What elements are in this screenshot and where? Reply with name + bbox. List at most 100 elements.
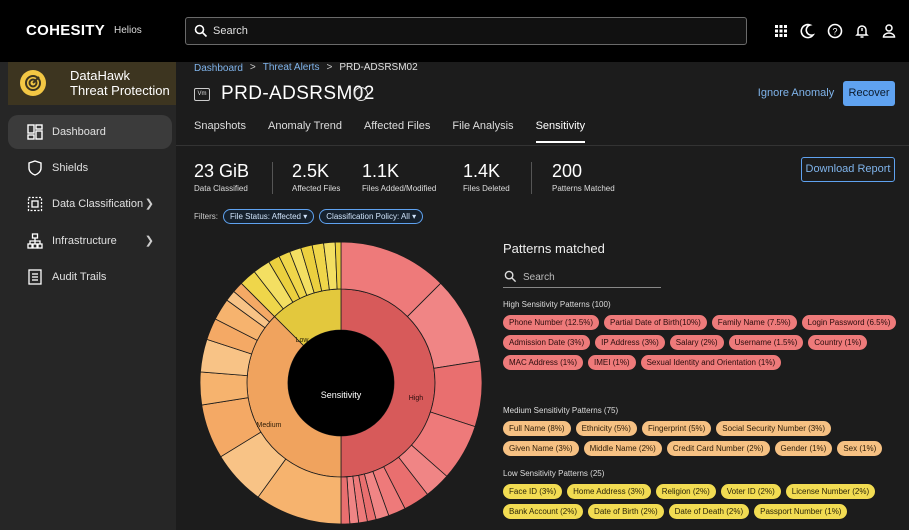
pattern-chip[interactable]: Middle Name (2%) <box>583 441 662 456</box>
sensitivity-sunburst-chart[interactable]: Sensitivity High Medium Low <box>198 236 484 530</box>
pattern-chip[interactable]: Ethnicity (5%) <box>575 421 637 436</box>
pattern-chip[interactable]: Fingerprint (5%) <box>641 421 712 436</box>
infrastructure-icon <box>27 233 43 249</box>
chevron-right-icon: ❯ <box>144 198 154 210</box>
dashboard-icon <box>27 124 43 140</box>
pattern-chip[interactable]: Bank Account (2%) <box>503 504 584 519</box>
tab-affected-files[interactable]: Affected Files <box>364 120 430 143</box>
tab-anomaly-trend[interactable]: Anomaly Trend <box>268 120 342 143</box>
pattern-chip[interactable]: Face ID (3%) <box>503 484 563 499</box>
medium-patterns-label: Medium Sensitivity Patterns (75) <box>503 406 619 415</box>
pattern-chip[interactable]: Social Security Number (3%) <box>716 421 831 436</box>
sidebar-item-infrastructure[interactable]: Infrastructure ❯ <box>8 224 172 258</box>
download-report-button[interactable]: Download Report <box>801 157 895 182</box>
breadcrumb-threat-alerts[interactable]: Threat Alerts <box>263 62 320 74</box>
vm-icon: Vm <box>194 88 210 101</box>
stat-value: 1.4K <box>463 161 501 181</box>
low-patterns-label: Low Sensitivity Patterns (25) <box>503 469 605 478</box>
pattern-chip[interactable]: Sexual Identity and Orientation (1%) <box>640 355 782 370</box>
pattern-chip[interactable]: Religion (2%) <box>655 484 716 499</box>
pattern-chip[interactable]: Partial Date of Birth(10%) <box>604 315 707 330</box>
search-icon <box>194 24 208 38</box>
global-search-input[interactable]: Search <box>185 17 747 45</box>
breadcrumb-separator-icon: > <box>249 62 256 73</box>
data-classification-icon <box>27 196 43 212</box>
pattern-chip[interactable]: Phone Number (12.5%) <box>503 315 600 330</box>
chevron-right-icon: ❯ <box>144 235 154 247</box>
tab-file-analysis[interactable]: File Analysis <box>452 120 513 143</box>
pattern-chip[interactable]: Login Password (6.5%) <box>801 315 897 330</box>
pattern-chip[interactable]: Home Address (3%) <box>567 484 651 499</box>
dark-mode-icon[interactable] <box>799 22 817 40</box>
breadcrumb-separator-icon: > <box>326 62 333 73</box>
stat-files-added: 1.1K Files Added/Modified <box>362 161 436 193</box>
sidebar-item-shields[interactable]: Shields <box>8 151 172 185</box>
high-patterns-label: High Sensitivity Patterns (100) <box>503 300 611 309</box>
pattern-chip[interactable]: Admission Date (3%) <box>503 335 591 350</box>
patterns-matched-title: Patterns matched <box>503 241 605 256</box>
breadcrumb: Dashboard > Threat Alerts > PRD-ADSRSM02 <box>194 62 418 74</box>
svg-text:?: ? <box>832 27 837 37</box>
filter-chip-label: Classification Policy: All <box>326 212 410 221</box>
pattern-chip[interactable]: Voter ID (2%) <box>720 484 781 499</box>
app-switcher[interactable]: DataHawk Threat Protection <box>8 62 176 105</box>
sunburst-label-high: High <box>409 395 424 402</box>
info-icon[interactable]: i <box>354 87 368 101</box>
pattern-chip[interactable]: Sex (1%) <box>837 441 883 456</box>
brand-logo: COHESITY <box>26 22 106 39</box>
user-profile-icon[interactable] <box>880 22 898 40</box>
low-patterns-chips: Face ID (3%) Home Address (3%) Religion (2… <box>503 484 903 519</box>
filter-chip-file-status[interactable]: File Status: Affected ▾ <box>223 209 315 224</box>
sidebar-item-label: Audit Trails <box>52 271 107 283</box>
stat-value: 1.1K <box>362 161 400 181</box>
stat-divider <box>531 162 532 194</box>
pattern-chip[interactable]: IMEI (1%) <box>588 355 636 370</box>
stat-label: Files Added/Modified <box>362 184 437 193</box>
pattern-chip[interactable]: Date of Birth (2%) <box>588 504 664 519</box>
apps-grid-icon[interactable] <box>772 22 790 40</box>
pattern-chip[interactable]: Family Name (7.5%) <box>711 315 797 330</box>
patterns-search-input[interactable]: Search <box>503 267 661 288</box>
tab-snapshots[interactable]: Snapshots <box>194 120 246 143</box>
recover-button[interactable]: Recover <box>843 81 895 106</box>
sidebar-item-audit-trails[interactable]: Audit Trails <box>8 260 172 294</box>
pattern-chip[interactable]: Username (1.5%) <box>728 335 804 350</box>
ignore-anomaly-button[interactable]: Ignore Anomaly <box>754 81 838 106</box>
pattern-chip[interactable]: IP Address (3%) <box>595 335 665 350</box>
pattern-chip[interactable]: Salary (2%) <box>669 335 724 350</box>
filter-chip-classification-policy[interactable]: Classification Policy: All ▾ <box>319 209 424 224</box>
pattern-chip[interactable]: Given Name (3%) <box>503 441 579 456</box>
sidebar-item-dashboard[interactable]: Dashboard <box>8 115 172 149</box>
help-icon[interactable]: ? <box>826 22 844 40</box>
filters-bar: Filters: File Status: Affected ▾ Classif… <box>194 209 424 224</box>
stat-patterns-matched: 200 Patterns Matched <box>552 161 615 193</box>
stat-label: Patterns Matched <box>552 184 615 193</box>
sunburst-center <box>288 330 394 436</box>
pattern-chip[interactable]: Passport Number (1%) <box>754 504 848 519</box>
pattern-chip[interactable]: MAC Address (1%) <box>503 355 584 370</box>
pattern-chip[interactable]: License Number (2%) <box>785 484 876 499</box>
tab-divider <box>176 145 909 146</box>
datahawk-logo-icon <box>20 70 46 96</box>
sidebar-item-label: Data Classification <box>52 198 144 210</box>
sidebar: DataHawk Threat Protection Dashboard Shi… <box>0 62 176 530</box>
breadcrumb-dashboard[interactable]: Dashboard <box>194 62 243 74</box>
audit-icon <box>27 269 43 285</box>
tab-sensitivity[interactable]: Sensitivity <box>535 120 586 143</box>
pattern-chip[interactable]: Full Name (8%) <box>503 421 571 436</box>
pattern-chip[interactable]: Country (1%) <box>808 335 868 350</box>
pattern-chip[interactable]: Gender (1%) <box>774 441 833 456</box>
stat-value: 200 <box>552 161 583 181</box>
filters-label: Filters: <box>194 212 218 221</box>
caret-down-icon: ▾ <box>303 212 308 221</box>
brand-subtitle: Helios <box>114 25 142 36</box>
stat-files-deleted: 1.4K Files Deleted <box>463 161 510 193</box>
pattern-chip[interactable]: Date of Death (2%) <box>668 504 750 519</box>
tab-bar: Snapshots Anomaly Trend Affected Files F… <box>194 120 607 143</box>
breadcrumb-current: PRD-ADSRSM02 <box>339 62 418 73</box>
notifications-icon[interactable] <box>853 22 871 40</box>
pattern-chip[interactable]: Credit Card Number (2%) <box>666 441 770 456</box>
search-icon <box>504 270 517 283</box>
stat-divider <box>272 162 273 194</box>
sidebar-item-data-classification[interactable]: Data Classification ❯ <box>8 187 172 221</box>
